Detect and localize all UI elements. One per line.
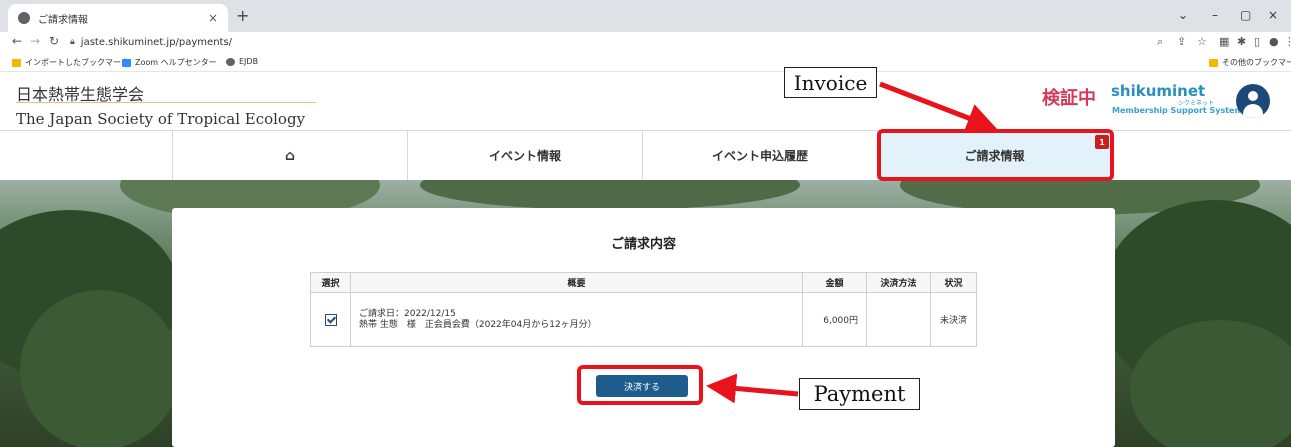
invoice-arrow — [879, 81, 998, 133]
payment-arrow — [706, 373, 799, 404]
annotation-arrows — [706, 81, 998, 404]
